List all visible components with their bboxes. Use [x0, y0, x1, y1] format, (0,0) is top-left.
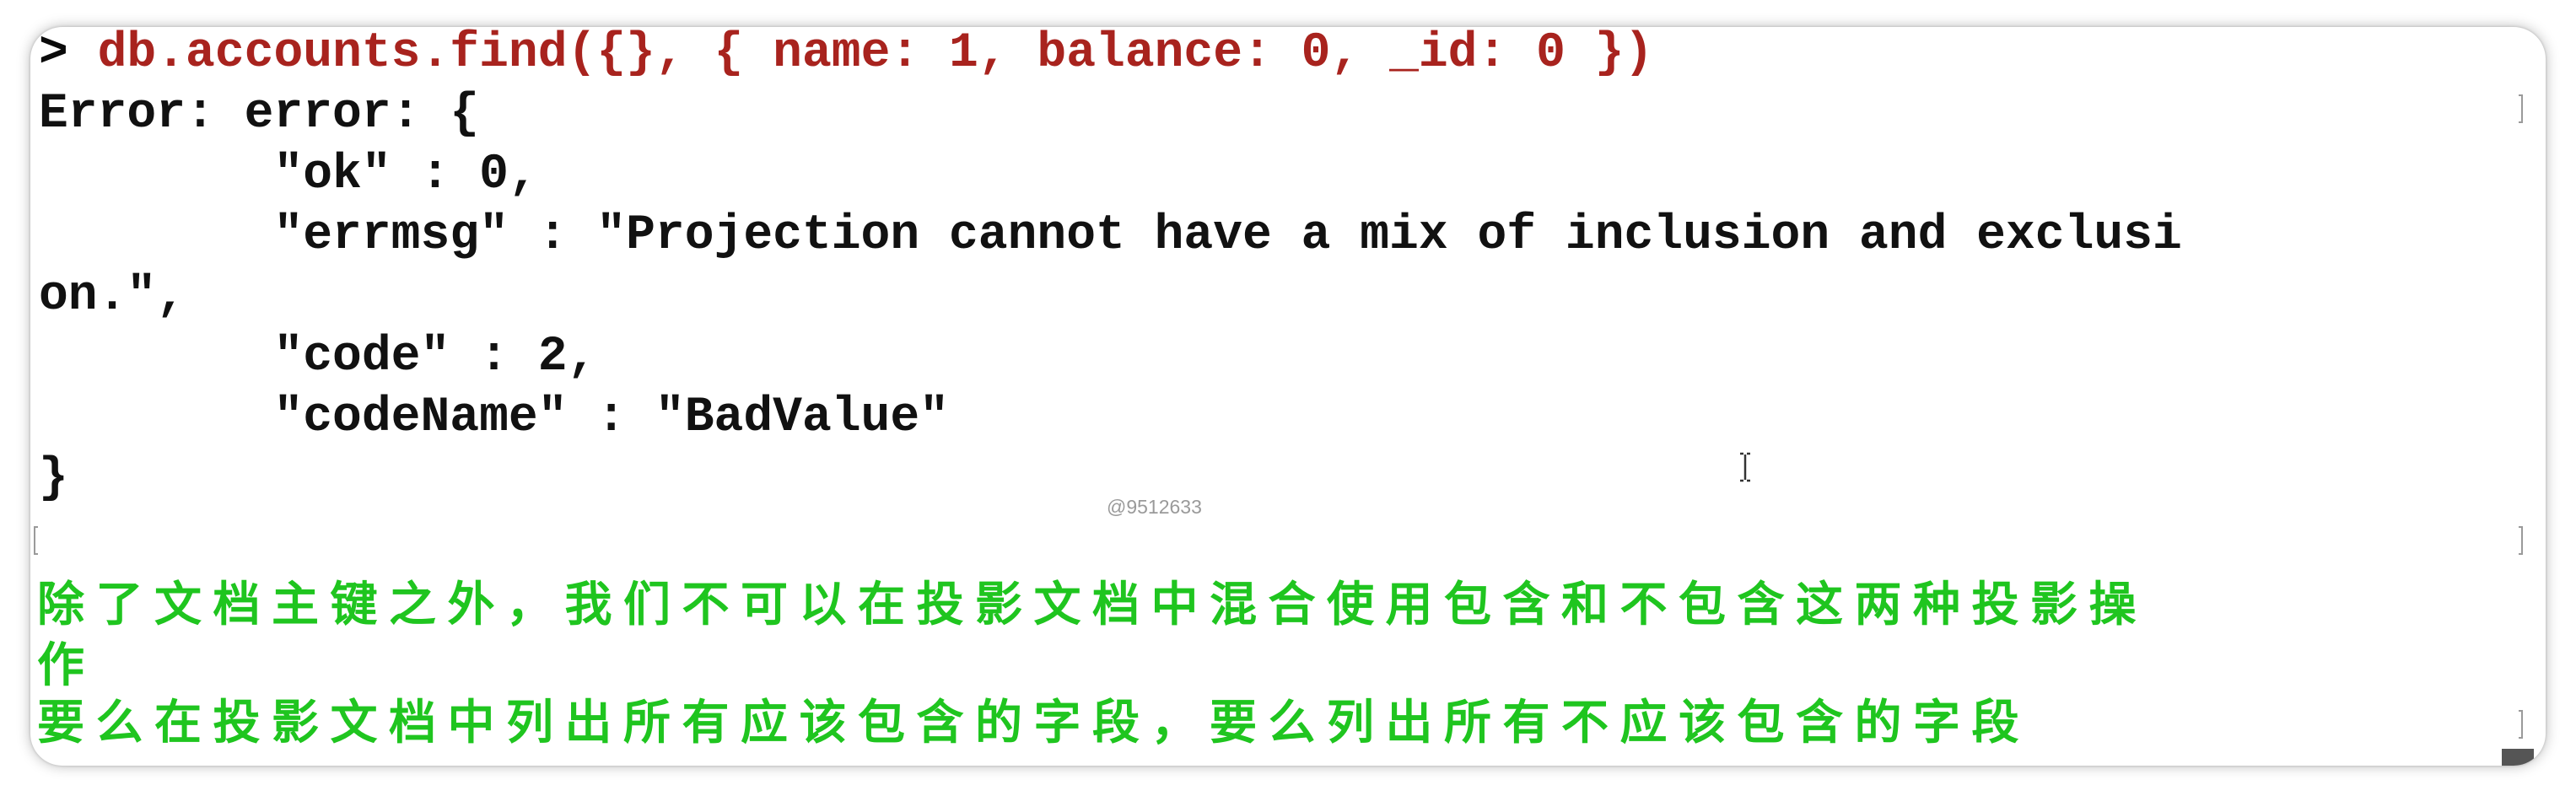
terminal-window[interactable]: > db.accounts.find({}, { name: 1, balanc… [30, 27, 2546, 766]
selection-bracket [2519, 710, 2523, 739]
output-line: Error: error: { [39, 87, 480, 142]
output-line: "ok" : 0, [39, 148, 538, 202]
error-output: Error: error: { "ok" : 0, "errmsg" : "Pr… [39, 84, 2182, 509]
output-line: "codeName" : "BadValue" [39, 390, 949, 445]
annotation-line: 除了文档主键之外，我们不可以在投影文档中混合使用包含和不包含这两种投影操 [37, 578, 2148, 632]
annotation-line: 要么在投影文档中列出所有应该包含的字段，要么列出所有不应该包含的字段 [37, 696, 2030, 750]
selection-bracket [2519, 526, 2523, 555]
selection-bracket [34, 526, 38, 555]
command-text: db.accounts.find({}, { name: 1, balance:… [97, 27, 1654, 81]
command-line: > db.accounts.find({}, { name: 1, balanc… [39, 27, 1653, 84]
output-line: on.", [39, 269, 186, 324]
watermark: @9512633 [1107, 496, 1202, 518]
output-line: "code" : 2, [39, 330, 597, 385]
output-line: "errmsg" : "Projection cannot have a mix… [39, 208, 2182, 263]
screenshot-page: > db.accounts.find({}, { name: 1, balanc… [0, 0, 2576, 796]
prompt-symbol: > [39, 27, 98, 81]
selection-bracket [2519, 94, 2523, 123]
scroll-handle[interactable] [2502, 749, 2534, 766]
text-cursor-icon [1740, 452, 1750, 482]
